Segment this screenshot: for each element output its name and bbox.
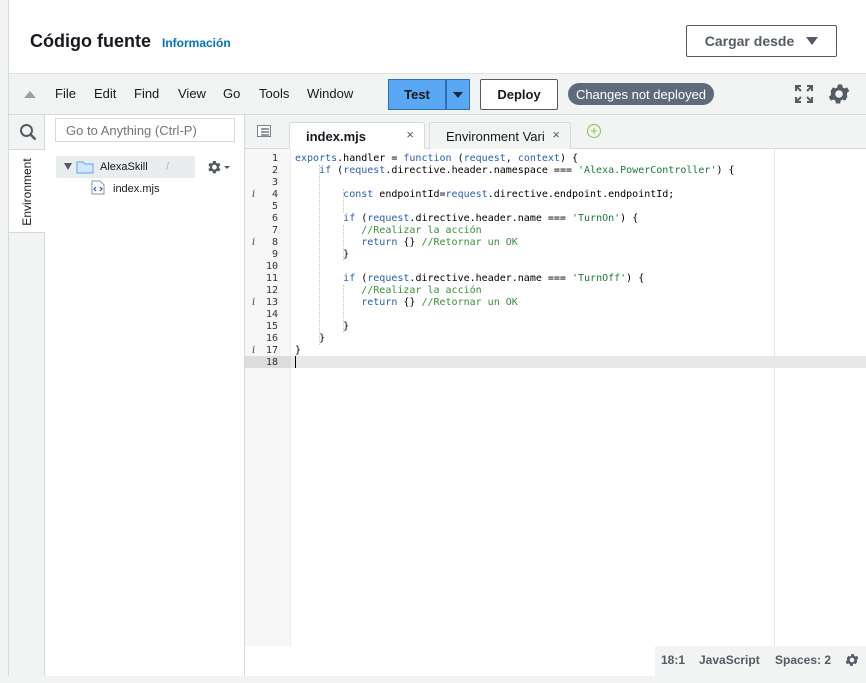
code-line: return {} //Retornar un OK [361,237,518,248]
line-number: 18 [265,357,278,368]
menu-go[interactable]: Go [223,86,240,101]
status-badge: Changes not deployed [568,83,714,105]
code-editor[interactable]: 1 exports.handler = function (request, co… [245,149,866,646]
active-line-highlight [291,356,866,368]
code-line: } [295,321,350,332]
info-annotation-icon[interactable]: i [252,189,255,200]
tab-index-mjs[interactable]: index.mjs × [289,122,425,149]
folder-separator: / [166,161,170,173]
panel-header: Código fuente Información Cargar desde [9,0,866,73]
line-number: 14 [265,309,278,320]
status-info: 18:1 JavaScript Spaces: 2 [655,646,866,676]
text-cursor [295,356,296,368]
indent-guide [343,189,345,213]
line-number: 15 [265,321,278,332]
tab-label: index.mjs [306,129,366,144]
menu-find[interactable]: Find [134,86,159,101]
tree-folder-alexaskill[interactable]: AlexaSkill / [56,156,195,178]
tab-environment[interactable]: Environment [9,149,45,233]
line-number: 9 [271,249,278,260]
source-code-panel: Código fuente Información Cargar desde F… [8,0,866,676]
menu-view[interactable]: View [178,86,206,101]
folder-icon [76,161,94,174]
caret-down-icon [806,37,819,45]
tab-label: Environment Vari [446,129,545,144]
code-line: } [295,333,326,344]
info-annotation-icon[interactable]: i [252,345,255,356]
tab-list-icon[interactable] [257,125,271,137]
indent-setting[interactable]: Spaces: 2 [775,653,831,667]
info-link[interactable]: Información [162,36,231,50]
code-line: const endpointId=request.directive.endpo… [343,189,675,200]
upload-from-label: Cargar desde [704,33,795,49]
add-tab-icon[interactable]: + [587,124,601,138]
fullscreen-icon[interactable] [795,85,813,103]
ide-toolbar: File Edit Find View Go Tools Window Test… [9,73,866,115]
code-line: if (request.directive.header.name === 'T… [343,273,645,284]
js-file-icon [91,180,105,195]
indent-guide [343,225,345,261]
line-number: 6 [271,213,278,224]
line-number: 2 [271,165,278,176]
indent-guide [343,285,345,333]
code-line: } [295,249,350,260]
code-line: //Realizar la acción [361,225,482,236]
gear-icon[interactable] [206,159,230,175]
menu-file[interactable]: File [55,86,76,101]
language-mode[interactable]: JavaScript [699,653,760,667]
menu-window[interactable]: Window [307,86,353,101]
gear-icon[interactable] [844,652,860,668]
goto-anything-input[interactable] [55,118,235,142]
line-number: 1 [271,153,278,164]
print-margin [774,149,775,646]
test-button[interactable]: Test [388,79,446,110]
line-number: 11 [265,273,278,284]
caret-down-icon [453,91,463,98]
line-number: 8 [271,237,278,248]
line-number: 4 [271,189,278,200]
indent-guide [319,165,321,345]
file-tree: AlexaSkill / index.mjs [45,115,245,676]
folder-label: AlexaSkill [100,161,148,173]
test-dropdown-button[interactable] [446,79,470,110]
upload-from-button[interactable]: Cargar desde [686,25,837,57]
editor-tabs: index.mjs × Environment Vari × + [245,115,866,149]
line-number: 12 [265,285,278,296]
left-rail: Environment [9,115,45,676]
line-number: 13 [265,297,278,308]
close-icon[interactable]: × [406,127,414,142]
menu-tools[interactable]: Tools [259,86,289,101]
environment-tab-label: Environment [20,158,34,226]
code-line: if (request.directive.header.name === 'T… [343,213,639,224]
search-icon[interactable] [19,123,37,141]
tab-environment-variables[interactable]: Environment Vari × [429,122,571,149]
collapse-up-icon[interactable] [24,91,36,98]
line-number: 5 [271,201,278,212]
code-line: return {} //Retornar un OK [361,297,518,308]
code-line: } [295,345,302,356]
cursor-position: 18:1 [661,653,686,667]
deploy-button[interactable]: Deploy [480,79,558,110]
line-number: 10 [265,261,278,272]
page-title: Código fuente [30,31,151,51]
close-icon[interactable]: × [552,127,560,142]
gear-icon[interactable] [826,81,852,107]
code-line: //Realizar la acción [361,285,482,296]
code-line: exports.handler = function (request, con… [295,153,579,164]
file-label: index.mjs [113,183,160,195]
line-number: 17 [265,345,278,356]
info-annotation-icon[interactable]: i [252,237,255,248]
status-bar: 18:1 JavaScript Spaces: 2 [245,646,866,676]
menu-edit[interactable]: Edit [94,86,116,101]
info-annotation-icon[interactable]: i [252,297,255,308]
expand-caret-icon[interactable] [64,163,72,170]
line-number: 7 [271,225,278,236]
line-number: 3 [271,177,278,188]
code-line: if (request.directive.header.namespace =… [319,165,735,176]
line-number: 16 [265,333,278,344]
